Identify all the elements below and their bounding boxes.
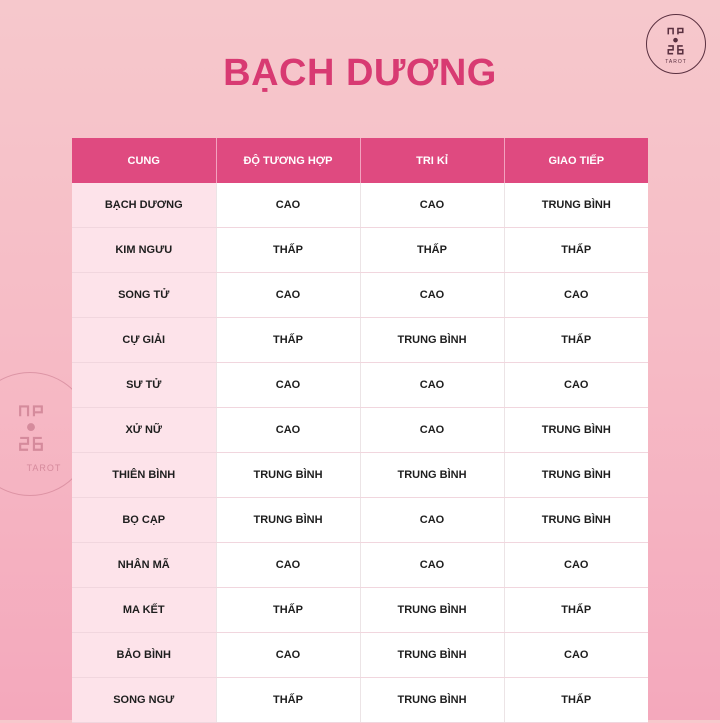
table-row: BẠCH DƯƠNG CAO CAO TRUNG BÌNH [72,183,648,228]
soulmate-cell: TRUNG BÌNH [360,587,505,633]
table-row: THIÊN BÌNH TRUNG BÌNH TRUNG BÌNH TRUNG BÌNH [72,452,648,498]
communication-cell: TRUNG BÌNH [504,407,648,453]
table-row: CỰ GIẢI THẤP TRUNG BÌNH THẤP [72,317,648,363]
compatibility-cell: TRUNG BÌNH [216,452,361,498]
soulmate-cell: THẤP [360,227,505,273]
sign-cell: MA KẾT [72,587,217,633]
sign-cell: BỌ CẠP [72,497,217,543]
communication-cell: THẤP [504,317,648,363]
page-title: BẠCH DƯƠNG [223,52,497,94]
communication-cell: THẤP [504,587,648,633]
soulmate-cell: CAO [360,183,505,228]
compatibility-cell: CAO [216,542,361,588]
soulmate-cell: CAO [360,542,505,588]
sign-cell: SONG NGƯ [72,677,217,723]
sign-cell: CỰ GIẢI [72,317,217,363]
sign-cell: NHÂN MÃ [72,542,217,588]
compatibility-cell: CAO [216,632,361,678]
table-row: KIM NGƯU THẤP THẤP THẤP [72,227,648,273]
compatibility-cell: THẤP [216,317,361,363]
table-row: BẢO BÌNH CAO TRUNG BÌNH CAO [72,632,648,678]
compatibility-cell: CAO [216,183,361,228]
table-row: SƯ TỬ CAO CAO CAO [72,362,648,408]
compatibility-cell: CAO [216,407,361,453]
sign-cell: THIÊN BÌNH [72,452,217,498]
compatibility-cell: THẤP [216,587,361,633]
soulmate-cell: CAO [360,497,505,543]
compatibility-cell: CAO [216,362,361,408]
sign-cell: SƯ TỬ [72,362,217,408]
column-header-communication: GIAO TIẾP [504,138,648,183]
column-header-compatibility: ĐỘ TƯƠNG HỢP [216,138,361,183]
table-row: XỬ NỮ CAO CAO TRUNG BÌNH [72,407,648,453]
table-row: SONG TỬ CAO CAO CAO [72,272,648,318]
sign-cell: BẠCH DƯƠNG [72,183,217,228]
sign-cell: XỬ NỮ [72,407,217,453]
table-body: BẠCH DƯƠNG CAO CAO TRUNG BÌNH KIM NGƯU THẤP TH… [72,183,648,723]
soulmate-cell: TRUNG BÌNH [360,677,505,723]
soulmate-cell: TRUNG BÌNH [360,632,505,678]
communication-cell: CAO [504,542,648,588]
communication-cell: CAO [504,632,648,678]
compatibility-cell: CAO [216,272,361,318]
table-row: BỌ CẠP TRUNG BÌNH CAO TRUNG BÌNH [72,497,648,543]
communication-cell: THẤP [504,227,648,273]
column-header-sign: CUNG [72,138,217,183]
communication-cell: CAO [504,362,648,408]
column-header-soulmate: TRI KỈ [360,138,505,183]
compatibility-cell: THẤP [216,227,361,273]
table-row: SONG NGƯ THẤP TRUNG BÌNH THẤP [72,677,648,723]
compatibility-cell: TRUNG BÌNH [216,497,361,543]
sign-cell: SONG TỬ [72,272,217,318]
table-row: NHÂN MÃ CAO CAO CAO [72,542,648,588]
soulmate-cell: TRUNG BÌNH [360,452,505,498]
soulmate-cell: CAO [360,272,505,318]
compatibility-cell: THẤP [216,677,361,723]
soulmate-cell: TRUNG BÌNH [360,317,505,363]
communication-cell: THẤP [504,677,648,723]
table-row: MA KẾT THẤP TRUNG BÌNH THẤP [72,587,648,633]
soulmate-cell: CAO [360,362,505,408]
communication-cell: TRUNG BÌNH [504,183,648,228]
communication-cell: CAO [504,272,648,318]
communication-cell: TRUNG BÌNH [504,452,648,498]
communication-cell: TRUNG BÌNH [504,497,648,543]
sign-cell: KIM NGƯU [72,227,217,273]
soulmate-cell: CAO [360,407,505,453]
table-header-row: CUNG ĐỘ TƯƠNG HỢP TRI KỈ GIAO TIẾP [72,138,648,183]
sign-cell: BẢO BÌNH [72,632,217,678]
compatibility-table: CUNG ĐỘ TƯƠNG HỢP TRI KỈ GIAO TIẾP BẠCH … [72,138,648,723]
